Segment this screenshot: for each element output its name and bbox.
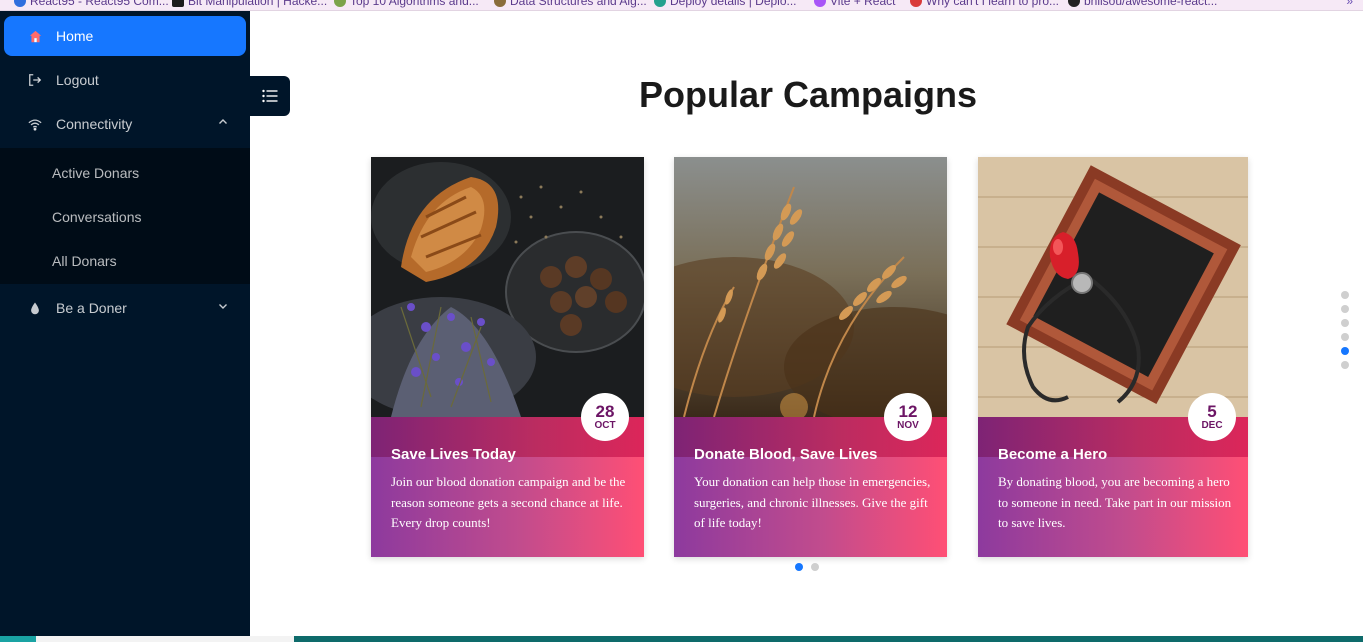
campaign-description: By donating blood, you are becoming a he… <box>998 474 1232 530</box>
sidebar-item-home[interactable]: Home <box>4 16 246 56</box>
drop-icon <box>28 301 42 315</box>
logout-icon <box>28 73 42 87</box>
date-day: 12 <box>898 402 918 421</box>
date-month: DEC <box>1201 420 1223 431</box>
campaign-image-grass <box>674 157 947 417</box>
bookmarks-bar: React95 - React95 Com... Bit Manipulatio… <box>0 0 1363 11</box>
date-badge: 12 NOV <box>884 393 932 441</box>
chevron-down-icon <box>219 304 227 309</box>
section-nav-dot[interactable] <box>1341 361 1349 369</box>
bookmark-item[interactable]: Why can't I learn to pro... <box>910 0 1059 8</box>
bookmark-item[interactable]: Bit Manipulation | Hacke... <box>172 0 327 8</box>
page-title: Popular Campaigns <box>638 74 978 115</box>
sidebar-item-label: Active Donars <box>52 165 140 181</box>
sidebar-item-label: Be a Doner <box>56 300 127 316</box>
bookmark-item[interactable]: Data Structures and Alg... <box>494 0 647 8</box>
bookmark-favicon-icon <box>14 0 26 7</box>
bookmark-item[interactable]: React95 - React95 Com... <box>14 0 169 8</box>
more-bookmarks-icon[interactable]: » <box>1346 0 1353 8</box>
bookmark-favicon-icon <box>654 0 666 7</box>
wifi-icon <box>28 117 42 131</box>
bookmark-label: bnilsou/awesome-react... <box>1084 0 1218 8</box>
date-day: 5 <box>1207 402 1217 421</box>
campaign-card[interactable]: Save Lives Today Join our blood donation… <box>371 157 644 557</box>
section-nav-dot[interactable] <box>1341 305 1349 313</box>
section-nav-dot[interactable] <box>1341 319 1349 327</box>
campaign-description: Your donation can help those in emergenc… <box>694 474 931 530</box>
bookmark-favicon-icon <box>494 0 506 7</box>
sidebar-item-be-a-doner[interactable]: Be a Doner <box>4 288 246 328</box>
bookmark-item[interactable]: Deploy details | Deplo... <box>654 0 797 8</box>
bookmark-favicon-icon <box>334 0 346 7</box>
sidebar-item-logout[interactable]: Logout <box>4 60 246 100</box>
section-nav-dot[interactable] <box>1341 333 1349 341</box>
sidebar-item-label: Logout <box>56 72 99 88</box>
bookmark-label: Why can't I learn to pro... <box>926 0 1060 8</box>
campaign-title: Become a Hero <box>998 446 1108 463</box>
sidebar-item-active-donars[interactable]: Active Donars <box>0 153 250 193</box>
campaign-image-stethoscope <box>978 157 1248 417</box>
bookmark-label: Data Structures and Alg... <box>510 0 647 8</box>
campaign-title: Donate Blood, Save Lives <box>694 446 878 463</box>
sidebar-item-all-donars[interactable]: All Donars <box>0 241 250 281</box>
section-nav-dot[interactable] <box>1341 291 1349 299</box>
date-month: NOV <box>897 420 919 431</box>
connectivity-submenu: Active Donars Conversations All Donars <box>0 148 250 284</box>
campaign-image-pastries <box>371 157 644 417</box>
bookmark-label: Vite + React <box>830 0 896 8</box>
section-nav-dot[interactable] <box>1341 347 1349 355</box>
bookmark-item[interactable]: Vite + React <box>814 0 895 8</box>
sidebar-item-label: All Donars <box>52 253 117 269</box>
sidebar-item-label: Connectivity <box>56 116 133 132</box>
bookmark-label: Top 10 Algorithms and... <box>350 0 479 8</box>
chevron-up-icon <box>219 119 227 124</box>
bookmark-favicon-icon <box>814 0 826 7</box>
carousel-dot[interactable] <box>811 563 819 571</box>
section-navigation <box>1341 291 1349 369</box>
carousel-pagination <box>795 563 819 571</box>
bookmark-item[interactable]: Top 10 Algorithms and... <box>334 0 479 8</box>
sidebar-item-label: Conversations <box>52 209 142 225</box>
sidebar-item-label: Home <box>56 28 94 44</box>
sidebar: Home Logout Connectivity Active Donars C… <box>0 11 250 636</box>
campaign-card[interactable]: Become a Hero By donating blood, you are… <box>978 157 1248 557</box>
sidebar-toggle-button[interactable] <box>250 76 290 116</box>
carousel-dot[interactable] <box>795 563 803 571</box>
bookmark-label: React95 - React95 Com... <box>30 0 169 8</box>
campaign-description: Join our blood donation campaign and be … <box>391 474 626 530</box>
sidebar-item-connectivity[interactable]: Connectivity <box>4 104 246 144</box>
date-month: OCT <box>594 420 616 431</box>
taskbar-start[interactable] <box>0 636 36 642</box>
bookmark-favicon-icon <box>172 0 184 7</box>
bookmark-label: Deploy details | Deplo... <box>670 0 797 8</box>
taskbar <box>0 636 1363 642</box>
bookmark-label: Bit Manipulation | Hacke... <box>188 0 328 8</box>
campaign-title: Save Lives Today <box>391 446 516 463</box>
sidebar-item-conversations[interactable]: Conversations <box>0 197 250 237</box>
campaign-card[interactable]: Donate Blood, Save Lives Your donation c… <box>674 157 947 557</box>
bookmark-favicon-icon <box>910 0 922 7</box>
date-day: 28 <box>595 402 615 421</box>
date-badge: 5 DEC <box>1188 393 1236 441</box>
date-badge: 28 OCT <box>581 393 629 441</box>
taskbar-search[interactable] <box>36 636 294 642</box>
bookmark-favicon-icon <box>1068 0 1080 7</box>
home-icon <box>28 29 42 43</box>
bookmark-item[interactable]: bnilsou/awesome-react... <box>1068 0 1217 8</box>
menu-list-icon <box>262 89 278 103</box>
